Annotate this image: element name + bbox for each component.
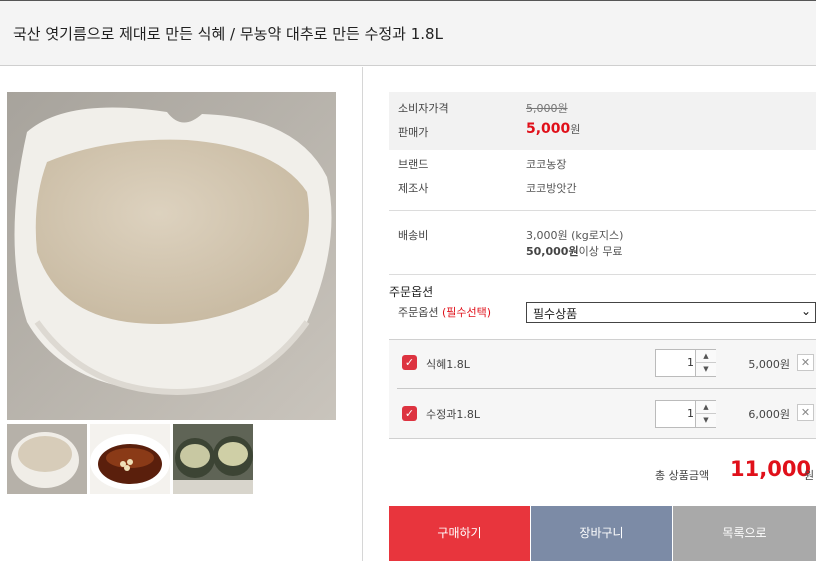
- divider: [389, 274, 816, 275]
- checkbox-checked-icon[interactable]: ✓: [402, 355, 417, 370]
- free-shipping-suffix: 이상 무료: [578, 245, 623, 258]
- option-price: 5,000원: [748, 358, 790, 371]
- quantity-stepper[interactable]: 1 ▲ ▼: [655, 400, 716, 428]
- sale-price-group: 5,000원: [526, 121, 580, 137]
- shipping-fee: 3,000원 (kg로지스): [526, 229, 624, 242]
- main-product-image: [7, 92, 336, 420]
- brand-block: 브랜드 코코농장 제조사 코코방앗간: [389, 150, 816, 210]
- sale-price-unit: 원: [570, 123, 581, 136]
- option-name: 식혜1.8L: [426, 358, 470, 371]
- thumbnail-2[interactable]: [90, 424, 170, 494]
- sale-price-label: 판매가: [398, 126, 429, 139]
- free-shipping-note: 50,000원이상 무료: [526, 243, 623, 259]
- arrow-down-icon[interactable]: ▼: [695, 363, 716, 376]
- arrow-up-icon[interactable]: ▲: [695, 401, 716, 414]
- order-option-title: 주문옵션: [389, 285, 434, 299]
- buy-button[interactable]: 구매하기: [389, 506, 530, 561]
- option-separator: [397, 388, 816, 389]
- selected-options-box: [389, 339, 816, 439]
- price-block: 소비자가격 5,000원 판매가 5,000원: [389, 92, 816, 150]
- chevron-down-icon: ⌄: [800, 304, 811, 318]
- total-label: 총 상품금액: [655, 469, 710, 482]
- consumer-price: 5,000원: [526, 102, 568, 115]
- brand-value: 코코농장: [526, 158, 567, 171]
- order-option-label: 주문옵션 (필수선택): [398, 304, 491, 320]
- shipping-label: 배송비: [398, 229, 429, 242]
- brand-label: 브랜드: [398, 158, 429, 171]
- quantity-value[interactable]: 1: [656, 356, 694, 369]
- close-icon[interactable]: ✕: [797, 354, 814, 371]
- checkbox-checked-icon[interactable]: ✓: [402, 406, 417, 421]
- option-name: 수정과1.8L: [426, 408, 480, 421]
- maker-value: 코코방앗간: [526, 182, 577, 195]
- total-amount: 11,000: [730, 457, 812, 481]
- quantity-value[interactable]: 1: [656, 407, 694, 420]
- thumbnail-1[interactable]: [7, 424, 87, 494]
- order-option-selected: 필수상품: [533, 307, 578, 321]
- thumbnail-3[interactable]: [173, 424, 253, 494]
- order-option-field-label: 주문옵션: [398, 306, 439, 319]
- arrow-down-icon[interactable]: ▼: [695, 414, 716, 427]
- arrow-up-icon[interactable]: ▲: [695, 350, 716, 363]
- column-divider: [362, 67, 363, 561]
- shipping-block: 배송비 3,000원 (kg로지스) 50,000원이상 무료: [389, 211, 816, 274]
- total-unit: 원: [804, 469, 815, 482]
- order-option-select[interactable]: 필수상품 ⌄: [526, 302, 816, 323]
- list-button[interactable]: 목록으로: [673, 506, 816, 561]
- required-badge: (필수선택): [441, 306, 492, 319]
- consumer-price-label: 소비자가격: [398, 102, 449, 115]
- option-price: 6,000원: [748, 408, 790, 421]
- maker-label: 제조사: [398, 182, 429, 195]
- sale-price: 5,000: [526, 121, 571, 137]
- close-icon[interactable]: ✕: [797, 404, 814, 421]
- free-shipping-amount: 50,000원: [526, 245, 579, 258]
- cart-button[interactable]: 장바구니: [531, 506, 672, 561]
- product-title-bar: 국산 엿기름으로 제대로 만든 식혜 / 무농약 대추로 만든 수정과 1.8L: [0, 0, 816, 66]
- product-title: 국산 엿기름으로 제대로 만든 식혜 / 무농약 대추로 만든 수정과 1.8L: [13, 25, 443, 43]
- quantity-stepper[interactable]: 1 ▲ ▼: [655, 349, 716, 377]
